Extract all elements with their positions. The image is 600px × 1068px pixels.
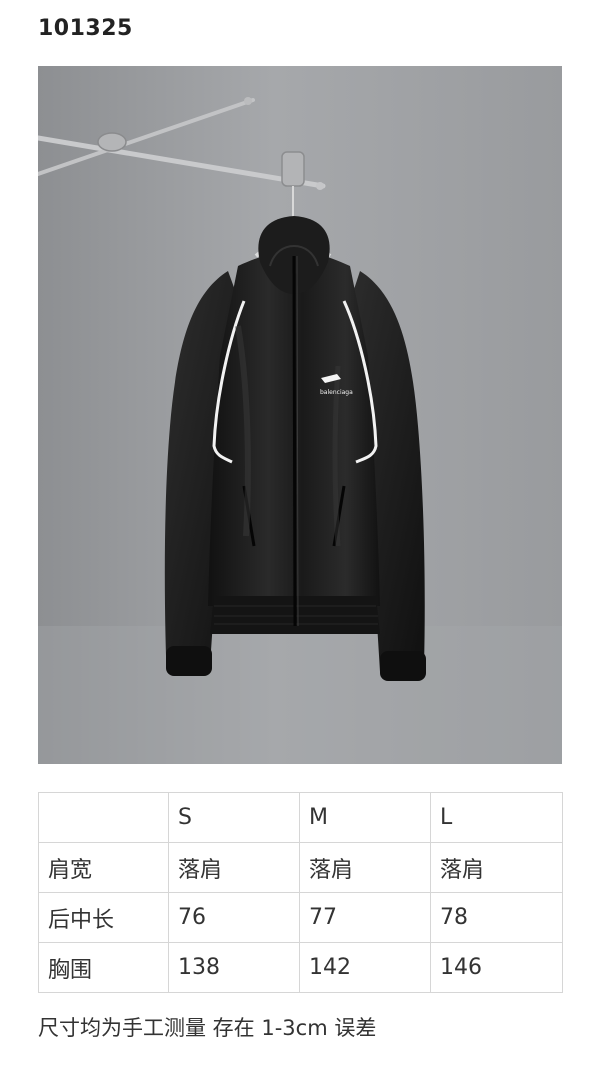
table-cell: 78 [430,892,563,943]
measurement-note: 尺寸均为手工测量 存在 1-3cm 误差 [38,1016,377,1040]
table-cell: 落肩 [299,842,431,893]
size-chart-table: S M L 肩宽 落肩 落肩 落肩 后中长 76 77 78 胸围 138 14… [38,792,563,993]
table-cell: 138 [168,942,300,993]
table-cell: 77 [299,892,431,943]
table-row: 胸围 138 142 146 [38,942,563,993]
table-cell: 142 [299,942,431,993]
table-row: 后中长 76 77 78 [38,892,563,943]
table-row: 肩宽 落肩 落肩 落肩 [38,842,563,893]
table-cell: 落肩 [168,842,300,893]
table-cell: 76 [168,892,300,943]
row-label: 胸围 [38,942,169,993]
table-cell: 146 [430,942,563,993]
product-code: 101325 [38,16,133,41]
table-header-cell: M [299,792,431,843]
jacket-illustration: balenciaga [38,66,562,764]
row-label: 后中长 [38,892,169,943]
product-photo: balenciaga [38,66,562,764]
table-cell: 落肩 [430,842,563,893]
table-header-row: S M L [38,792,563,843]
table-header-cell: S [168,792,300,843]
row-label: 肩宽 [38,842,169,893]
table-header-cell [38,792,169,843]
table-header-cell: L [430,792,563,843]
logo-text: balenciaga [320,389,353,396]
